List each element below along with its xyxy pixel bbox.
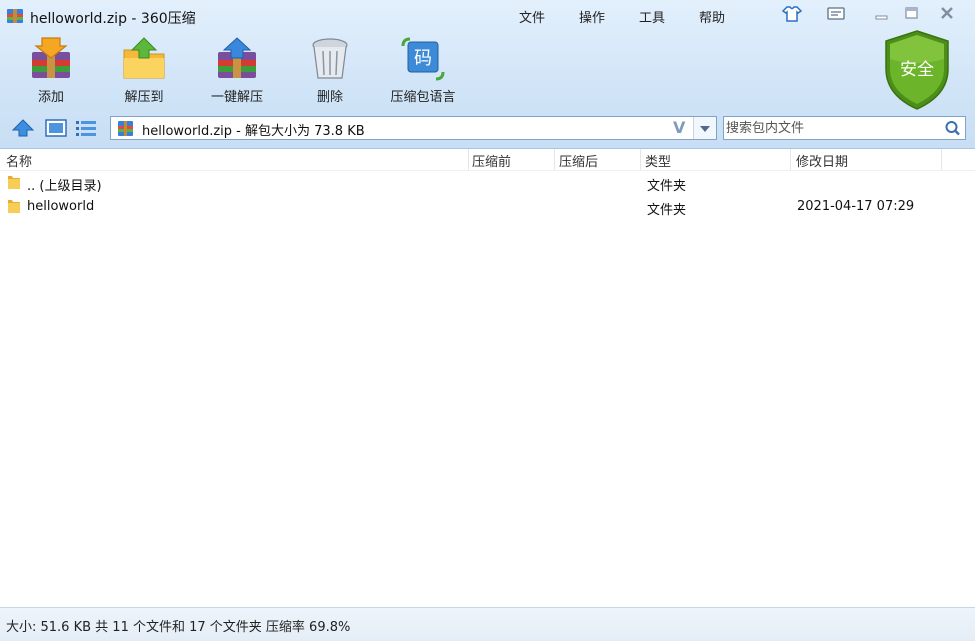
window-title: helloworld.zip - 360压缩 (30, 11, 196, 27)
app-window: helloworld.zip - 360压缩 文件 操作 工具 帮助 添加 解压… (0, 0, 975, 641)
menu-tools[interactable]: 工具 (639, 7, 665, 26)
menu-operation[interactable]: 操作 (579, 7, 605, 26)
file-name: .. (上级目录) (27, 179, 102, 194)
zip-archive-icon (118, 121, 133, 136)
maximize-icon[interactable] (901, 4, 923, 24)
security-label: 安全 (900, 60, 934, 80)
close-icon[interactable] (936, 4, 958, 24)
trash-bin-icon (312, 38, 348, 79)
address-bar[interactable]: helloworld.zip - 解包大小为 73.8 KB V (110, 116, 717, 140)
column-size-after[interactable]: 压缩后 (559, 151, 598, 170)
file-modified: 2021-04-17 07:29 (797, 199, 915, 214)
extract-to-label: 解压到 (124, 90, 164, 105)
column-type[interactable]: 类型 (645, 151, 671, 170)
add-button-label: 添加 (37, 90, 64, 105)
list-view-icon[interactable] (74, 118, 98, 138)
file-name: helloworld (27, 199, 95, 214)
menu-help[interactable]: 帮助 (699, 7, 725, 26)
status-text: 大小: 51.6 KB 共 11 个文件和 17 个文件夹 压缩率 69.8% (6, 620, 351, 635)
address-dropdown-button[interactable] (693, 117, 716, 139)
search-icon[interactable] (943, 119, 963, 137)
column-divider[interactable] (554, 149, 555, 170)
security-shield-icon[interactable]: 安全 (882, 29, 952, 111)
column-divider[interactable] (790, 149, 791, 170)
up-arrow-icon[interactable] (11, 118, 35, 138)
one-click-extract-button[interactable]: 一键解压 (195, 36, 279, 106)
folder-icon (8, 176, 20, 189)
file-type: 文件夹 (647, 179, 687, 194)
menu-file[interactable]: 文件 (519, 7, 545, 26)
column-modified[interactable]: 修改日期 (796, 151, 848, 170)
add-button[interactable]: 添加 (9, 36, 93, 106)
file-list: 名称 压缩前 压缩后 类型 修改日期 .. (上级目录) 文件夹 hellowo… (0, 149, 975, 606)
minimize-icon[interactable] (871, 4, 893, 24)
delete-button[interactable]: 删除 (288, 36, 372, 106)
table-row[interactable]: helloworld 文件夹 2021-04-17 07:29 (0, 195, 975, 219)
column-divider[interactable] (941, 149, 942, 170)
column-divider[interactable] (468, 149, 469, 170)
feedback-icon[interactable] (825, 4, 847, 24)
column-divider[interactable] (640, 149, 641, 170)
extract-folder-icon (123, 37, 165, 79)
skin-shirt-icon[interactable] (781, 4, 803, 24)
table-row[interactable]: .. (上级目录) 文件夹 (0, 171, 975, 195)
folder-icon (8, 200, 20, 213)
verified-v-icon[interactable]: V (673, 118, 685, 137)
file-type: 文件夹 (647, 203, 687, 218)
column-size-before[interactable]: 压缩前 (472, 151, 511, 170)
archive-language-label: 压缩包语言 (390, 90, 456, 105)
delete-button-label: 删除 (316, 90, 343, 105)
address-text: helloworld.zip - 解包大小为 73.8 KB (142, 124, 365, 139)
archive-language-button[interactable]: 码 压缩包语言 (381, 36, 465, 106)
app-icon (7, 9, 23, 23)
top-area: helloworld.zip - 360压缩 文件 操作 工具 帮助 添加 解压… (0, 0, 975, 149)
column-name[interactable]: 名称 (6, 151, 32, 170)
thumbnail-view-icon[interactable] (44, 118, 68, 138)
extract-to-button[interactable]: 解压到 (102, 36, 186, 106)
search-input[interactable] (726, 119, 938, 137)
title-bar: helloworld.zip - 360压缩 文件 操作 工具 帮助 (0, 0, 975, 32)
encoding-icon: 码 (401, 37, 445, 81)
one-click-extract-label: 一键解压 (210, 90, 263, 105)
status-bar: 大小: 51.6 KB 共 11 个文件和 17 个文件夹 压缩率 69.8% (0, 607, 975, 641)
encoding-badge-text: 码 (414, 48, 432, 69)
add-archive-icon (32, 37, 70, 78)
one-click-extract-icon (218, 37, 256, 78)
column-header-row: 名称 压缩前 压缩后 类型 修改日期 (0, 149, 975, 171)
search-box (723, 116, 966, 140)
